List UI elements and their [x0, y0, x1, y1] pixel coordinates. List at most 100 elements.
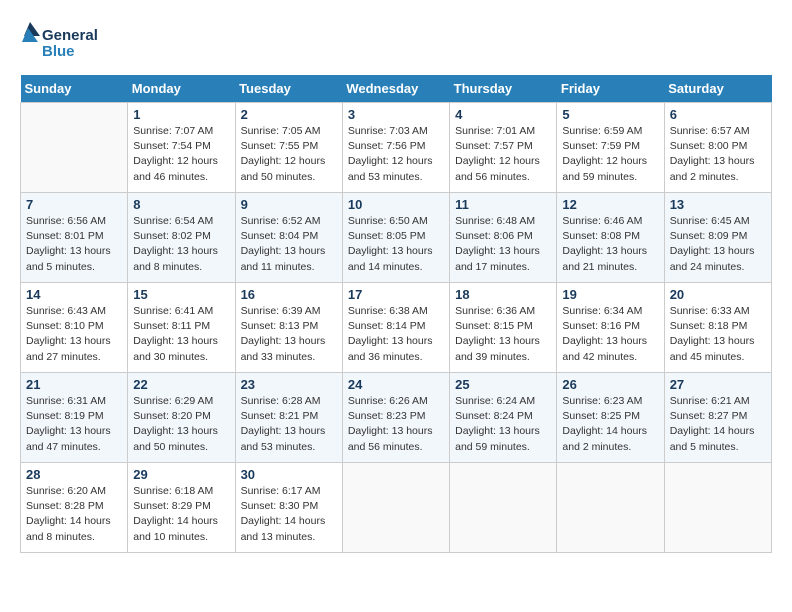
day-number: 22: [133, 377, 229, 392]
calendar-cell: 25 Sunrise: 6:24 AMSunset: 8:24 PMDayligh…: [450, 373, 557, 463]
calendar-cell: [342, 463, 449, 553]
day-info: Sunrise: 6:34 AMSunset: 8:16 PMDaylight:…: [562, 304, 658, 365]
day-number: 29: [133, 467, 229, 482]
calendar-week-row: 1 Sunrise: 7:07 AMSunset: 7:54 PMDaylight…: [21, 103, 772, 193]
day-info: Sunrise: 6:31 AMSunset: 8:19 PMDaylight:…: [26, 394, 122, 455]
day-number: 23: [241, 377, 337, 392]
day-info: Sunrise: 7:07 AMSunset: 7:54 PMDaylight:…: [133, 124, 229, 185]
day-info: Sunrise: 6:21 AMSunset: 8:27 PMDaylight:…: [670, 394, 766, 455]
calendar-week-row: 28 Sunrise: 6:20 AMSunset: 8:28 PMDayligh…: [21, 463, 772, 553]
day-number: 14: [26, 287, 122, 302]
svg-text:Blue: Blue: [42, 43, 75, 60]
day-header-thursday: Thursday: [450, 75, 557, 103]
calendar-cell: 8 Sunrise: 6:54 AMSunset: 8:02 PMDaylight…: [128, 193, 235, 283]
day-number: 30: [241, 467, 337, 482]
calendar-cell: 4 Sunrise: 7:01 AMSunset: 7:57 PMDaylight…: [450, 103, 557, 193]
calendar-cell: 16 Sunrise: 6:39 AMSunset: 8:13 PMDayligh…: [235, 283, 342, 373]
day-info: Sunrise: 6:17 AMSunset: 8:30 PMDaylight:…: [241, 484, 337, 545]
day-info: Sunrise: 6:38 AMSunset: 8:14 PMDaylight:…: [348, 304, 444, 365]
day-header-saturday: Saturday: [664, 75, 771, 103]
svg-text:General: General: [42, 27, 98, 44]
day-info: Sunrise: 6:45 AMSunset: 8:09 PMDaylight:…: [670, 214, 766, 275]
day-header-sunday: Sunday: [21, 75, 128, 103]
day-header-tuesday: Tuesday: [235, 75, 342, 103]
day-number: 15: [133, 287, 229, 302]
day-number: 7: [26, 197, 122, 212]
day-info: Sunrise: 6:39 AMSunset: 8:13 PMDaylight:…: [241, 304, 337, 365]
calendar-cell: 14Sunrise: 6:43 AMSunset: 8:10 PMDayligh…: [21, 283, 128, 373]
day-header-friday: Friday: [557, 75, 664, 103]
day-info: Sunrise: 6:29 AMSunset: 8:20 PMDaylight:…: [133, 394, 229, 455]
logo-svg: GeneralBlue: [20, 20, 100, 65]
day-info: Sunrise: 6:24 AMSunset: 8:24 PMDaylight:…: [455, 394, 551, 455]
day-number: 18: [455, 287, 551, 302]
calendar-cell: 20 Sunrise: 6:33 AMSunset: 8:18 PMDayligh…: [664, 283, 771, 373]
day-info: Sunrise: 7:03 AMSunset: 7:56 PMDaylight:…: [348, 124, 444, 185]
day-number: 10: [348, 197, 444, 212]
calendar-cell: 18 Sunrise: 6:36 AMSunset: 8:15 PMDayligh…: [450, 283, 557, 373]
day-number: 17: [348, 287, 444, 302]
day-number: 19: [562, 287, 658, 302]
day-info: Sunrise: 7:01 AMSunset: 7:57 PMDaylight:…: [455, 124, 551, 185]
calendar-cell: 28 Sunrise: 6:20 AMSunset: 8:28 PMDayligh…: [21, 463, 128, 553]
day-number: 4: [455, 107, 551, 122]
calendar-cell: 19 Sunrise: 6:34 AMSunset: 8:16 PMDayligh…: [557, 283, 664, 373]
day-info: Sunrise: 6:56 AMSunset: 8:01 PMDaylight:…: [26, 214, 122, 275]
day-number: 27: [670, 377, 766, 392]
day-number: 25: [455, 377, 551, 392]
calendar-cell: 21Sunrise: 6:31 AMSunset: 8:19 PMDayligh…: [21, 373, 128, 463]
calendar-cell: 3 Sunrise: 7:03 AMSunset: 7:56 PMDaylight…: [342, 103, 449, 193]
day-info: Sunrise: 6:57 AMSunset: 8:00 PMDaylight:…: [670, 124, 766, 185]
calendar-cell: [664, 463, 771, 553]
day-number: 11: [455, 197, 551, 212]
calendar-cell: 26 Sunrise: 6:23 AMSunset: 8:25 PMDayligh…: [557, 373, 664, 463]
day-header-monday: Monday: [128, 75, 235, 103]
calendar-cell: 22 Sunrise: 6:29 AMSunset: 8:20 PMDayligh…: [128, 373, 235, 463]
calendar-cell: 24Sunrise: 6:26 AMSunset: 8:23 PMDayligh…: [342, 373, 449, 463]
day-info: Sunrise: 6:28 AMSunset: 8:21 PMDaylight:…: [241, 394, 337, 455]
day-info: Sunrise: 6:54 AMSunset: 8:02 PMDaylight:…: [133, 214, 229, 275]
calendar-header-row: SundayMondayTuesdayWednesdayThursdayFrid…: [21, 75, 772, 103]
day-number: 6: [670, 107, 766, 122]
day-number: 8: [133, 197, 229, 212]
calendar-cell: 1 Sunrise: 7:07 AMSunset: 7:54 PMDaylight…: [128, 103, 235, 193]
calendar-cell: 30 Sunrise: 6:17 AMSunset: 8:30 PMDayligh…: [235, 463, 342, 553]
calendar-cell: [450, 463, 557, 553]
day-number: 13: [670, 197, 766, 212]
calendar-cell: 5Sunrise: 6:59 AMSunset: 7:59 PMDaylight…: [557, 103, 664, 193]
day-info: Sunrise: 6:26 AMSunset: 8:23 PMDaylight:…: [348, 394, 444, 455]
day-number: 9: [241, 197, 337, 212]
calendar-cell: 6 Sunrise: 6:57 AMSunset: 8:00 PMDaylight…: [664, 103, 771, 193]
calendar-week-row: 7 Sunrise: 6:56 AMSunset: 8:01 PMDaylight…: [21, 193, 772, 283]
day-info: Sunrise: 6:33 AMSunset: 8:18 PMDaylight:…: [670, 304, 766, 365]
calendar-cell: 29Sunrise: 6:18 AMSunset: 8:29 PMDayligh…: [128, 463, 235, 553]
logo: GeneralBlue: [20, 20, 100, 65]
calendar-cell: 27 Sunrise: 6:21 AMSunset: 8:27 PMDayligh…: [664, 373, 771, 463]
day-number: 20: [670, 287, 766, 302]
day-number: 5: [562, 107, 658, 122]
day-info: Sunrise: 7:05 AMSunset: 7:55 PMDaylight:…: [241, 124, 337, 185]
day-info: Sunrise: 6:52 AMSunset: 8:04 PMDaylight:…: [241, 214, 337, 275]
day-info: Sunrise: 6:36 AMSunset: 8:15 PMDaylight:…: [455, 304, 551, 365]
day-info: Sunrise: 6:46 AMSunset: 8:08 PMDaylight:…: [562, 214, 658, 275]
calendar-cell: 17 Sunrise: 6:38 AMSunset: 8:14 PMDayligh…: [342, 283, 449, 373]
calendar-cell: [21, 103, 128, 193]
calendar-cell: 13 Sunrise: 6:45 AMSunset: 8:09 PMDayligh…: [664, 193, 771, 283]
day-number: 1: [133, 107, 229, 122]
day-info: Sunrise: 6:20 AMSunset: 8:28 PMDaylight:…: [26, 484, 122, 545]
calendar-cell: [557, 463, 664, 553]
calendar-cell: 9 Sunrise: 6:52 AMSunset: 8:04 PMDaylight…: [235, 193, 342, 283]
day-number: 12: [562, 197, 658, 212]
day-info: Sunrise: 6:41 AMSunset: 8:11 PMDaylight:…: [133, 304, 229, 365]
day-info: Sunrise: 6:23 AMSunset: 8:25 PMDaylight:…: [562, 394, 658, 455]
calendar-cell: 7 Sunrise: 6:56 AMSunset: 8:01 PMDaylight…: [21, 193, 128, 283]
calendar-cell: 10 Sunrise: 6:50 AMSunset: 8:05 PMDayligh…: [342, 193, 449, 283]
day-number: 28: [26, 467, 122, 482]
day-number: 2: [241, 107, 337, 122]
day-number: 26: [562, 377, 658, 392]
header-area: GeneralBlue: [20, 20, 772, 65]
day-number: 3: [348, 107, 444, 122]
calendar-cell: 2 Sunrise: 7:05 AMSunset: 7:55 PMDaylight…: [235, 103, 342, 193]
day-number: 16: [241, 287, 337, 302]
day-info: Sunrise: 6:50 AMSunset: 8:05 PMDaylight:…: [348, 214, 444, 275]
